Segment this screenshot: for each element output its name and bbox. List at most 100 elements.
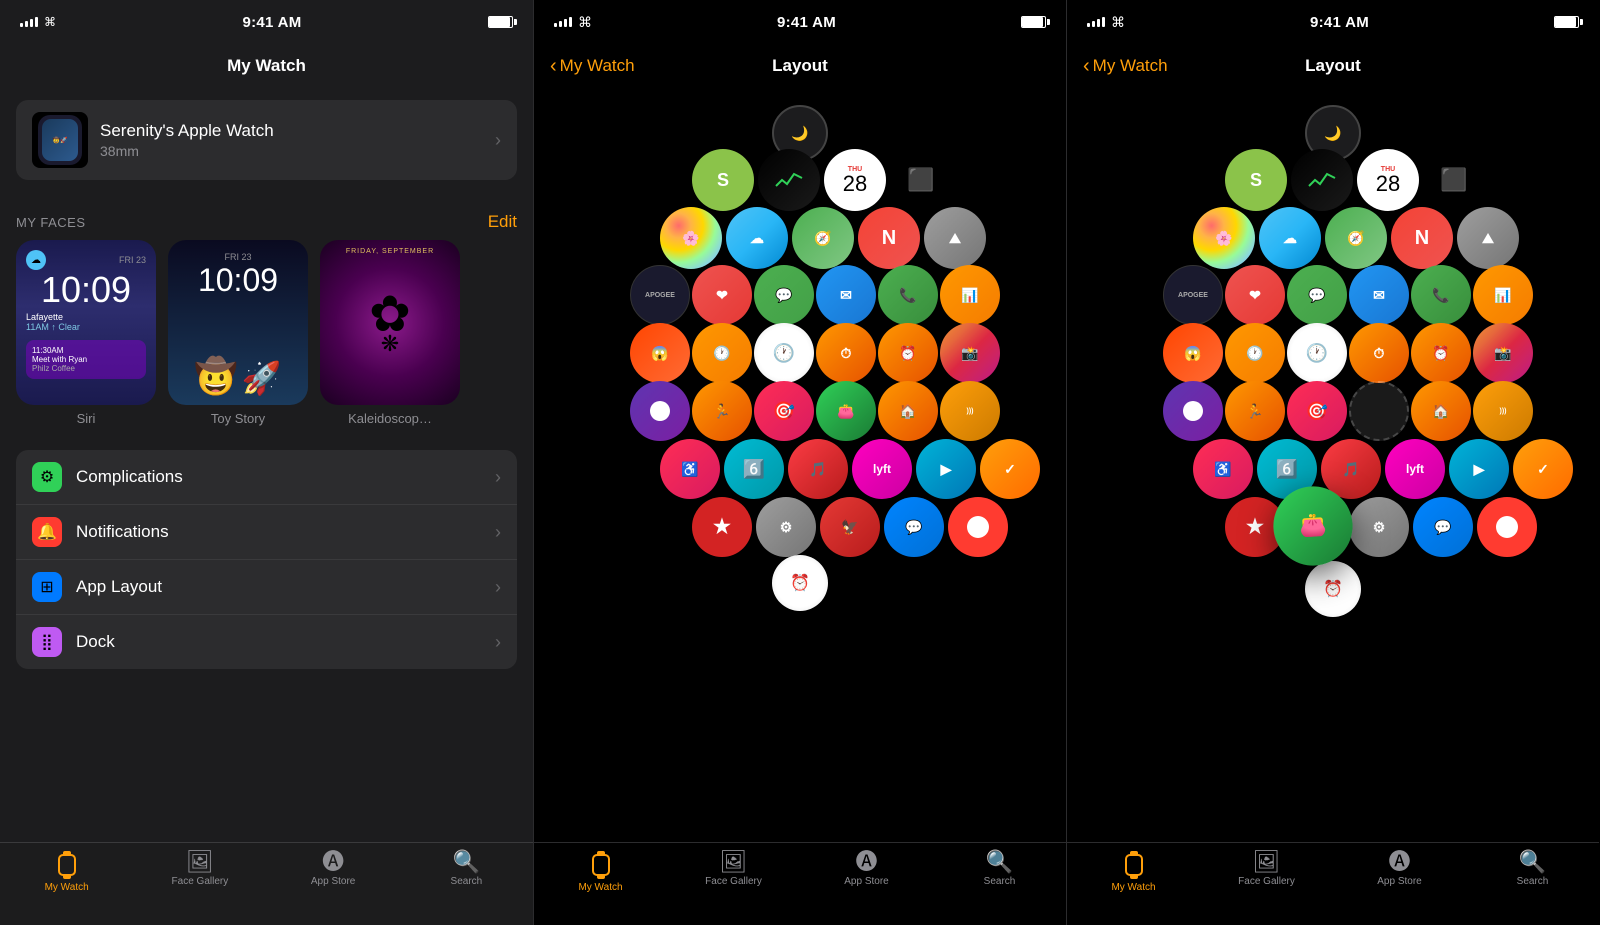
app-bubble-instagram[interactable]: 📸 — [940, 323, 1000, 383]
app-bubble-uber-3[interactable]: ⬛ — [1423, 149, 1485, 211]
face-kaleidoscope-item[interactable]: ✿ ❋ FRIDAY, SEPTEMBER Kaleidoscop… — [320, 240, 460, 426]
app-bubble-reminders[interactable]: ✓ — [980, 439, 1040, 499]
app-bubble-keynote[interactable]: 📊 — [940, 265, 1000, 325]
app-bubble-clock-orange-3[interactable]: 🕐 — [1225, 323, 1285, 383]
app-bubble-messages[interactable]: 💬 — [754, 265, 814, 325]
app-bubble-record[interactable] — [948, 497, 1008, 557]
tab-my-watch-3[interactable]: My Watch — [1067, 851, 1200, 893]
app-bubble-purple-3[interactable] — [1163, 381, 1223, 441]
app-bubble-messages-3[interactable]: 💬 — [1287, 265, 1347, 325]
tab-my-watch-2[interactable]: My Watch — [534, 851, 667, 893]
watch-tab-icon-2 — [589, 851, 613, 879]
app-bubble-activity[interactable]: 🎯 — [754, 381, 814, 441]
app-bubble-clock-white-3[interactable]: 🕐 — [1287, 323, 1347, 383]
app-bubble-photos[interactable]: 🌸 — [660, 207, 722, 269]
face-toy-story-item[interactable]: FRI 23 10:09 🤠 🚀 Toy Story — [168, 240, 308, 426]
app-bubble-record-3[interactable] — [1477, 497, 1537, 557]
app-bubble-timer[interactable]: ⏱ — [816, 323, 876, 383]
tab-face-gallery-3[interactable]: 🖼 Face Gallery — [1200, 851, 1333, 887]
app-bubble-maps-3[interactable]: 🧭 — [1325, 207, 1387, 269]
tab-search-3[interactable]: 🔍 Search — [1466, 851, 1599, 887]
app-bubble-run-3[interactable]: 🏃 — [1225, 381, 1285, 441]
app-bubble-keynote-3[interactable]: 📊 — [1473, 265, 1533, 325]
tab-app-store-1[interactable]: 🅐 App Store — [267, 851, 400, 887]
app-bubble-home-3[interactable]: 🏠 — [1411, 381, 1471, 441]
app-bubble-music[interactable]: 🎵 — [788, 439, 848, 499]
app-bubble-mail[interactable]: ✉ — [816, 265, 876, 325]
app-bubble-reminders-3[interactable]: ✓ — [1513, 439, 1573, 499]
app-bubble-messenger[interactable]: 💬 — [884, 497, 944, 557]
tab-face-gallery-2[interactable]: 🖼 Face Gallery — [667, 851, 800, 887]
app-bubble-play-3[interactable]: ▶ — [1449, 439, 1509, 499]
app-bubble-heart-3[interactable]: ❤ — [1225, 265, 1285, 325]
tab-face-gallery-1[interactable]: 🖼 Face Gallery — [133, 851, 266, 887]
app-bubble-run[interactable]: 🏃 — [692, 381, 752, 441]
app-bubble-accessibility[interactable]: ♿ — [660, 439, 720, 499]
app-bubble-weather-3[interactable]: ☁ — [1259, 207, 1321, 269]
app-bubble-timer-2[interactable]: ⏰ — [878, 323, 938, 383]
app-bubble-activity-3[interactable]: 🎯 — [1287, 381, 1347, 441]
app-bubble-phone[interactable]: 📞 — [878, 265, 938, 325]
app-bubble-play[interactable]: ▶ — [916, 439, 976, 499]
app-bubble-theater-3[interactable]: 😱 — [1163, 323, 1223, 383]
back-button-3[interactable]: ‹ My Watch — [1083, 56, 1168, 76]
app-bubble-uber[interactable]: ⬛ — [890, 149, 952, 211]
face-siri-item[interactable]: ☁ FRI 23 10:09 Lafayette 11AM ↑ Clear 11… — [16, 240, 156, 426]
tab-app-store-2[interactable]: 🅐 App Store — [800, 851, 933, 887]
app-bubble-clock-bottom-3[interactable]: ⏰ — [1305, 561, 1361, 617]
app-bubble-phone-3[interactable]: 📞 — [1411, 265, 1471, 325]
app-bubble-lyft-3[interactable]: lyft — [1385, 439, 1445, 499]
watch-device-row[interactable]: 🤠🚀 Serenity's Apple Watch 38mm › — [16, 100, 517, 180]
app-layout-row[interactable]: ⊞ App Layout › — [16, 560, 517, 615]
app-bubble-teal[interactable]: 6️⃣ — [724, 439, 784, 499]
app-bubble-photos-3[interactable]: 🌸 — [1193, 207, 1255, 269]
app-bubble-calendar-3[interactable]: THU 28 — [1357, 149, 1419, 211]
app-bubble-news[interactable]: N — [858, 207, 920, 269]
app-bubble-settings-3[interactable]: ⚙ — [1349, 497, 1409, 557]
complications-row[interactable]: ⚙ Complications › — [16, 450, 517, 505]
app-bubble-nfc[interactable]: ))) — [940, 381, 1000, 441]
scroll-content-1[interactable]: 🤠🚀 Serenity's Apple Watch 38mm › MY FACE… — [0, 88, 533, 842]
tab-search-1[interactable]: 🔍 Search — [400, 851, 533, 887]
tab-my-watch-1[interactable]: My Watch — [0, 851, 133, 893]
app-bubble-settings[interactable]: ⚙ — [756, 497, 816, 557]
app-bubble-apogee[interactable]: APOGEE — [630, 265, 690, 325]
app-bubble-lyft[interactable]: lyft — [852, 439, 912, 499]
app-bubble-news-3[interactable]: N — [1391, 207, 1453, 269]
status-left-2: ⌘ — [554, 14, 592, 31]
app-bubble-heart[interactable]: ❤ — [692, 265, 752, 325]
app-bubble-s[interactable]: S — [692, 149, 754, 211]
app-bubble-calendar[interactable]: THU 28 — [824, 149, 886, 211]
app-bubble-stocks-3[interactable] — [1291, 149, 1353, 211]
app-bubble-clock-white[interactable]: 🕐 — [754, 323, 814, 383]
tab-app-store-3[interactable]: 🅐 App Store — [1333, 851, 1466, 887]
app-bubble-purple[interactable] — [630, 381, 690, 441]
app-bubble-yelp[interactable]: ★ — [692, 497, 752, 557]
app-bubble-wallet[interactable]: 👛 — [816, 381, 876, 441]
edit-faces-button[interactable]: Edit — [488, 212, 517, 232]
app-bubble-s-3[interactable]: S — [1225, 149, 1287, 211]
app-bubble-stocks[interactable] — [758, 149, 820, 211]
app-bubble-mountain-3[interactable]: ⛰ — [1457, 207, 1519, 269]
notifications-row[interactable]: 🔔 Notifications › — [16, 505, 517, 560]
app-bubble-settings-alt[interactable]: ⛰ — [924, 207, 986, 269]
tab-search-2[interactable]: 🔍 Search — [933, 851, 1066, 887]
app-bubble-apogee-3[interactable]: APOGEE — [1163, 265, 1223, 325]
app-bubble-theater[interactable]: 😱 — [630, 323, 690, 383]
dock-row[interactable]: ⣿ Dock › — [16, 615, 517, 669]
app-bubble-maps[interactable]: 🧭 — [792, 207, 854, 269]
app-bubble-home[interactable]: 🏠 — [878, 381, 938, 441]
app-bubble-messenger-3[interactable]: 💬 — [1413, 497, 1473, 557]
app-bubble-weather[interactable]: ☁ — [726, 207, 788, 269]
app-bubble-clock-orange[interactable]: 🕐 — [692, 323, 752, 383]
app-bubble-clock-bottom[interactable]: ⏰ — [772, 555, 828, 611]
back-button-2[interactable]: ‹ My Watch — [550, 56, 635, 76]
app-bubble-timer-3b[interactable]: ⏰ — [1411, 323, 1471, 383]
app-bubble-mail-3[interactable]: ✉ — [1349, 265, 1409, 325]
app-bubble-swift[interactable]: 🦅 — [820, 497, 880, 557]
back-label-2: My Watch — [560, 56, 635, 76]
app-bubble-instagram-3[interactable]: 📸 — [1473, 323, 1533, 383]
app-bubble-accessibility-3[interactable]: ♿ — [1193, 439, 1253, 499]
app-bubble-nfc-3[interactable]: ))) — [1473, 381, 1533, 441]
app-bubble-timer-3[interactable]: ⏱ — [1349, 323, 1409, 383]
